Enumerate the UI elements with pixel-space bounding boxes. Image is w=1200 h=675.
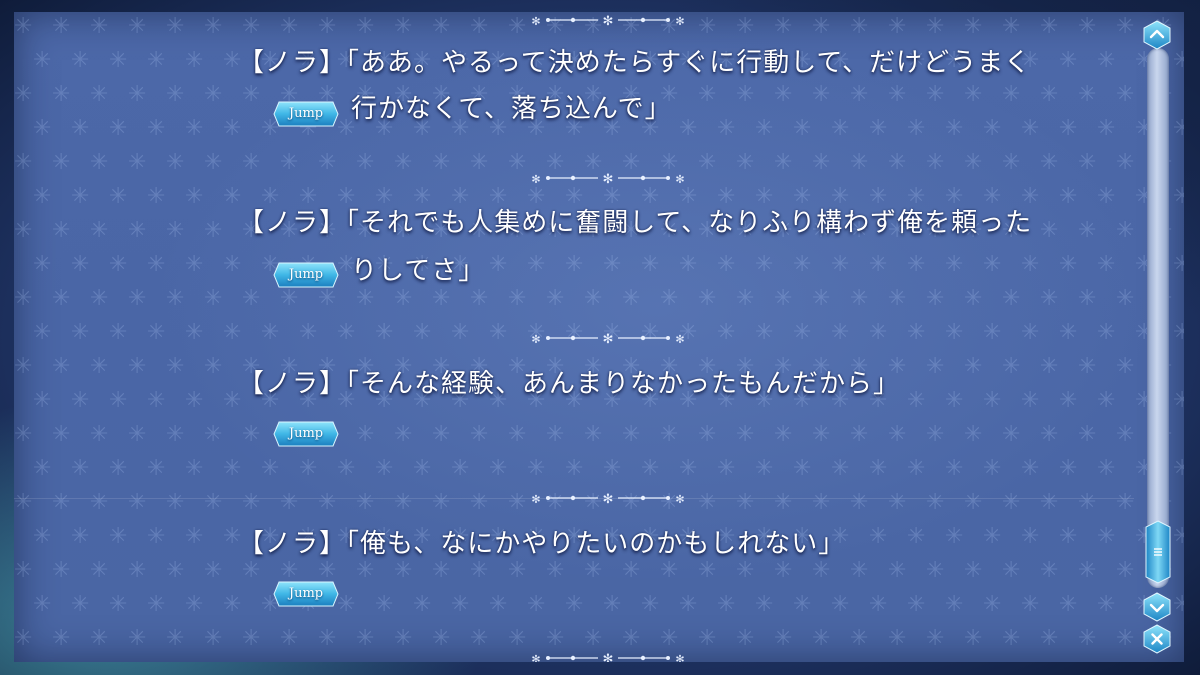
dialogue-text: 「ああ。やるって決めたらすぐに行動して、だけどうまく xyxy=(346,48,1032,78)
game-screen: ✳ ✳ ✳ ✳ ✳ ✳ ✳ ✳ ✳ ✳ ✳ ✳ ✳ ✳ ✳ ✳ ✳ ✳ ✳ ✳ ✳ ✳ ✳ ✳ ✳ ✳ ✳ ✳ ✳ ✳ ✳ ✳ ✳ ✳ ✳ ✳ ✳ ✳ ✳ ✳… xyxy=(0,0,1200,675)
svg-text:✻: ✻ xyxy=(603,332,614,346)
svg-text:✻: ✻ xyxy=(531,493,540,506)
svg-text:✻: ✻ xyxy=(675,173,684,186)
dialogue-text: 「それでも人集めに奮闘して、なりふり構わず俺を頼った xyxy=(346,208,1033,238)
dialogue-text: 「そんな経験、あんまりなかったもんだから」 xyxy=(346,369,901,399)
speaker-name: 【ノラ】 xyxy=(238,48,347,78)
svg-text:✻: ✻ xyxy=(675,653,684,662)
svg-text:✻: ✻ xyxy=(675,333,684,346)
jump-button[interactable]: Jump xyxy=(273,262,339,288)
jump-label: Jump xyxy=(288,267,324,282)
dialogue-line: 【ノラ】「それでも人集めに奮闘して、なりふり構わず俺を頼った xyxy=(238,202,1032,239)
svg-text:✻: ✻ xyxy=(603,172,614,186)
dialogue-line: 【ノラ】「ああ。やるって決めたらすぐに行動して、だけどうまく xyxy=(238,42,1031,79)
svg-text:✻: ✻ xyxy=(531,653,540,662)
jump-button[interactable]: Jump xyxy=(273,421,339,447)
svg-text:✻: ✻ xyxy=(675,15,684,28)
scrollbar-thumb[interactable] xyxy=(1145,520,1171,584)
scroll-down-button[interactable] xyxy=(1143,592,1171,622)
svg-text:✻: ✻ xyxy=(531,333,540,346)
jump-label: Jump xyxy=(288,426,324,441)
dialogue-line-continued: 行かなくて、落ち込んで」 xyxy=(351,94,672,124)
dialogue-text: 「俺も、なにかやりたいのかもしれない」 xyxy=(346,529,846,559)
ornament-divider: ✻ ✻ ✻ xyxy=(531,14,684,28)
svg-text:✻: ✻ xyxy=(603,492,614,506)
jump-button[interactable]: Jump xyxy=(273,581,339,607)
dialogue-line-continued: りしてさ」 xyxy=(351,256,486,286)
svg-text:✻: ✻ xyxy=(603,14,614,28)
dialogue-line: 【ノラ】「そんな経験、あんまりなかったもんだから」 xyxy=(238,363,900,400)
svg-text:✻: ✻ xyxy=(603,652,614,662)
ornament-divider: ✻ ✻ ✻ xyxy=(531,652,684,662)
scrollbar-track[interactable] xyxy=(1147,48,1169,588)
speaker-name: 【ノラ】 xyxy=(238,529,347,559)
speaker-name: 【ノラ】 xyxy=(238,208,347,238)
backlog-panel: ✳ ✳ ✳ ✳ ✳ ✳ ✳ ✳ ✳ ✳ ✳ ✳ ✳ ✳ ✳ ✳ ✳ ✳ ✳ ✳ ✳ ✳ ✳ ✳ ✳ ✳ ✳ ✳ ✳ ✳ ✳ ✳ ✳ ✳ ✳ ✳ ✳ ✳ ✳ ✳… xyxy=(14,12,1184,662)
jump-label: Jump xyxy=(288,586,324,601)
speaker-name: 【ノラ】 xyxy=(238,369,347,399)
ornament-divider: ✻ ✻ ✻ xyxy=(531,332,684,346)
svg-text:✻: ✻ xyxy=(531,15,540,28)
scroll-up-button[interactable] xyxy=(1143,20,1171,50)
svg-text:✻: ✻ xyxy=(531,173,540,186)
dialogue-line: 【ノラ】「俺も、なにかやりたいのかもしれない」 xyxy=(238,523,845,560)
jump-label: Jump xyxy=(288,106,324,121)
ornament-divider: ✻ ✻ ✻ xyxy=(531,492,684,506)
ornament-divider: ✻ ✻ ✻ xyxy=(531,172,684,186)
close-button[interactable] xyxy=(1143,624,1171,654)
svg-text:✻: ✻ xyxy=(675,493,684,506)
jump-button[interactable]: Jump xyxy=(273,101,339,127)
